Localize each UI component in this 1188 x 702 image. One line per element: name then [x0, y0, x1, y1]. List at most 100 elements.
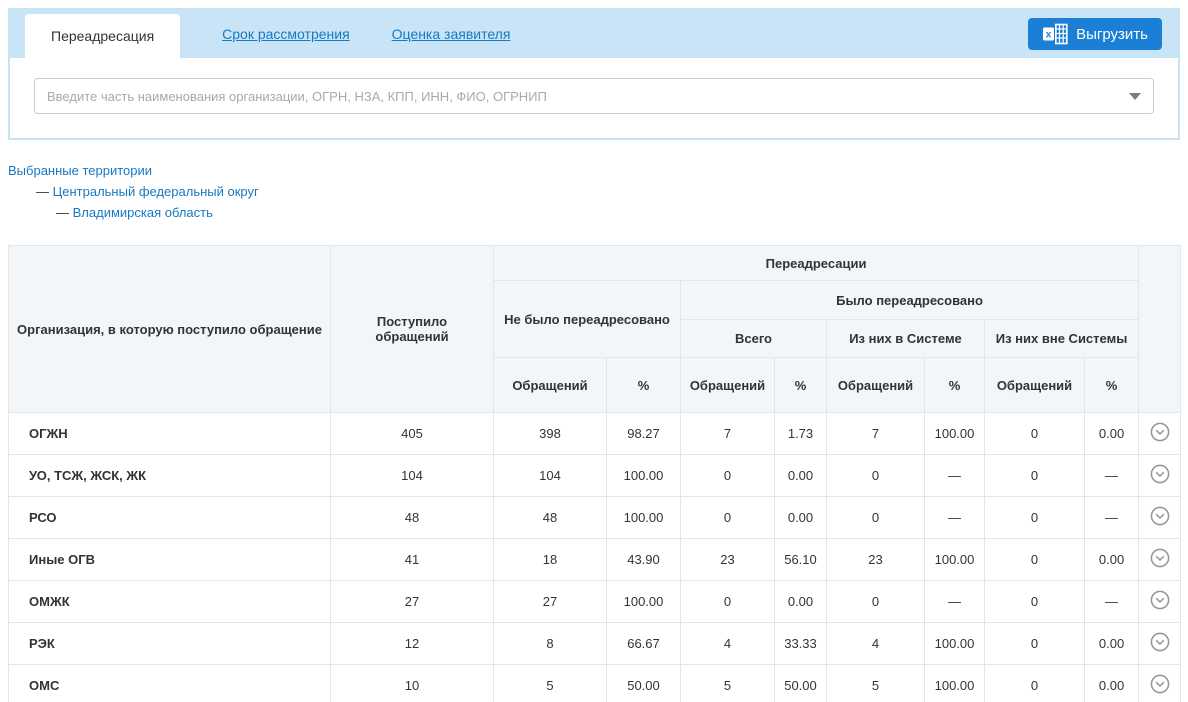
chevron-down-circle-icon[interactable] — [1149, 505, 1171, 527]
received-cell: 405 — [331, 413, 494, 455]
redirected-count-cell: 5 — [681, 665, 775, 702]
out-system-pct-cell: — — [1085, 497, 1139, 539]
chevron-down-circle-icon[interactable] — [1149, 421, 1171, 443]
table-row: ОГЖН 405 398 98.27 7 1.73 7 100.00 0 0.0… — [9, 413, 1181, 455]
in-system-count-cell: 0 — [827, 455, 925, 497]
redirections-table: Организация, в которую поступило обращен… — [8, 245, 1181, 702]
in-system-pct-cell: — — [925, 455, 985, 497]
territories-title[interactable]: Выбранные территории — [8, 163, 152, 178]
not-redirected-pct-cell: 100.00 — [607, 455, 681, 497]
col-header-appeals: Обращений — [681, 358, 775, 413]
received-cell: 41 — [331, 539, 494, 581]
out-system-count-cell: 0 — [985, 581, 1085, 623]
col-header-in-system: Из них в Системе — [827, 320, 985, 358]
redirected-count-cell: 7 — [681, 413, 775, 455]
org-cell: РЭК — [9, 623, 331, 665]
redirected-count-cell: 0 — [681, 455, 775, 497]
chevron-down-circle-icon[interactable] — [1149, 463, 1171, 485]
not-redirected-count-cell: 8 — [494, 623, 607, 665]
redirected-count-cell: 0 — [681, 581, 775, 623]
redirected-pct-cell: 1.73 — [775, 413, 827, 455]
org-cell: Иные ОГВ — [9, 539, 331, 581]
redirected-pct-cell: 0.00 — [775, 497, 827, 539]
org-cell: ОГЖН — [9, 413, 331, 455]
org-cell: РСО — [9, 497, 331, 539]
redirected-pct-cell: 0.00 — [775, 581, 827, 623]
col-header-appeals: Обращений — [494, 358, 607, 413]
territory-link-federal-district[interactable]: Центральный федеральный округ — [53, 184, 259, 199]
chevron-down-circle-icon[interactable] — [1149, 589, 1171, 611]
in-system-pct-cell: — — [925, 581, 985, 623]
territory-dash: — — [56, 205, 69, 220]
col-header-received: Поступило обращений — [331, 246, 494, 413]
received-cell: 48 — [331, 497, 494, 539]
not-redirected-pct-cell: 98.27 — [607, 413, 681, 455]
table-row: Иные ОГВ 41 18 43.90 23 56.10 23 100.00 … — [9, 539, 1181, 581]
org-cell: ОМС — [9, 665, 331, 702]
received-cell: 104 — [331, 455, 494, 497]
not-redirected-pct-cell: 43.90 — [607, 539, 681, 581]
col-header-appeals: Обращений — [827, 358, 925, 413]
not-redirected-pct-cell: 100.00 — [607, 581, 681, 623]
export-button-label: Выгрузить — [1076, 26, 1148, 43]
in-system-count-cell: 23 — [827, 539, 925, 581]
selected-territories: Выбранные территории — Центральный федер… — [8, 160, 1188, 223]
not-redirected-count-cell: 18 — [494, 539, 607, 581]
export-button[interactable]: x Выгрузить — [1028, 18, 1162, 50]
col-header-appeals: Обращений — [985, 358, 1085, 413]
redirected-count-cell: 23 — [681, 539, 775, 581]
table-row: ОМЖК 27 27 100.00 0 0.00 0 — 0 — — [9, 581, 1181, 623]
redirected-count-cell: 4 — [681, 623, 775, 665]
redirected-pct-cell: 56.10 — [775, 539, 827, 581]
organization-search-input[interactable] — [34, 78, 1154, 114]
out-system-pct-cell: 0.00 — [1085, 665, 1139, 702]
chevron-down-icon[interactable] — [1129, 93, 1141, 100]
not-redirected-pct-cell: 50.00 — [607, 665, 681, 702]
out-system-count-cell: 0 — [985, 665, 1085, 702]
filter-panel: Переадресация Срок рассмотрения Оценка з… — [8, 8, 1180, 140]
col-header-redirected: Было переадресовано — [681, 281, 1139, 320]
table-row: РЭК 12 8 66.67 4 33.33 4 100.00 0 0.00 — [9, 623, 1181, 665]
tab-redirection-label: Переадресация — [51, 28, 154, 44]
tab-redirection[interactable]: Переадресация — [25, 14, 180, 58]
table-row: РСО 48 48 100.00 0 0.00 0 — 0 — — [9, 497, 1181, 539]
col-header-expand — [1139, 246, 1181, 413]
col-header-percent: % — [775, 358, 827, 413]
in-system-pct-cell: 100.00 — [925, 539, 985, 581]
col-header-not-redirected: Не было переадресовано — [494, 281, 681, 358]
out-system-count-cell: 0 — [985, 413, 1085, 455]
not-redirected-pct-cell: 100.00 — [607, 497, 681, 539]
out-system-pct-cell: 0.00 — [1085, 623, 1139, 665]
svg-text:x: x — [1046, 30, 1052, 41]
in-system-count-cell: 4 — [827, 623, 925, 665]
not-redirected-count-cell: 104 — [494, 455, 607, 497]
in-system-count-cell: 5 — [827, 665, 925, 702]
in-system-pct-cell: — — [925, 497, 985, 539]
in-system-count-cell: 0 — [827, 497, 925, 539]
received-cell: 27 — [331, 581, 494, 623]
chevron-down-circle-icon[interactable] — [1149, 547, 1171, 569]
chevron-down-circle-icon[interactable] — [1149, 673, 1171, 695]
out-system-count-cell: 0 — [985, 455, 1085, 497]
tab-applicant-rating[interactable]: Оценка заявителя — [392, 26, 511, 42]
redirected-pct-cell: 50.00 — [775, 665, 827, 702]
tab-review-period[interactable]: Срок рассмотрения — [222, 26, 350, 42]
in-system-pct-cell: 100.00 — [925, 413, 985, 455]
col-header-organization: Организация, в которую поступило обращен… — [9, 246, 331, 413]
out-system-pct-cell: — — [1085, 581, 1139, 623]
received-cell: 12 — [331, 623, 494, 665]
chevron-down-circle-icon[interactable] — [1149, 631, 1171, 653]
territory-dash: — — [36, 184, 49, 199]
not-redirected-count-cell: 5 — [494, 665, 607, 702]
redirected-pct-cell: 33.33 — [775, 623, 827, 665]
org-cell: УО, ТСЖ, ЖСК, ЖК — [9, 455, 331, 497]
not-redirected-count-cell: 27 — [494, 581, 607, 623]
not-redirected-count-cell: 48 — [494, 497, 607, 539]
table-row: ОМС 10 5 50.00 5 50.00 5 100.00 0 0.00 — [9, 665, 1181, 702]
received-cell: 10 — [331, 665, 494, 702]
search-area — [10, 58, 1178, 138]
tab-bar: Переадресация Срок рассмотрения Оценка з… — [10, 10, 1178, 58]
out-system-count-cell: 0 — [985, 497, 1085, 539]
col-header-percent: % — [607, 358, 681, 413]
territory-link-region[interactable]: Владимирская область — [73, 205, 213, 220]
